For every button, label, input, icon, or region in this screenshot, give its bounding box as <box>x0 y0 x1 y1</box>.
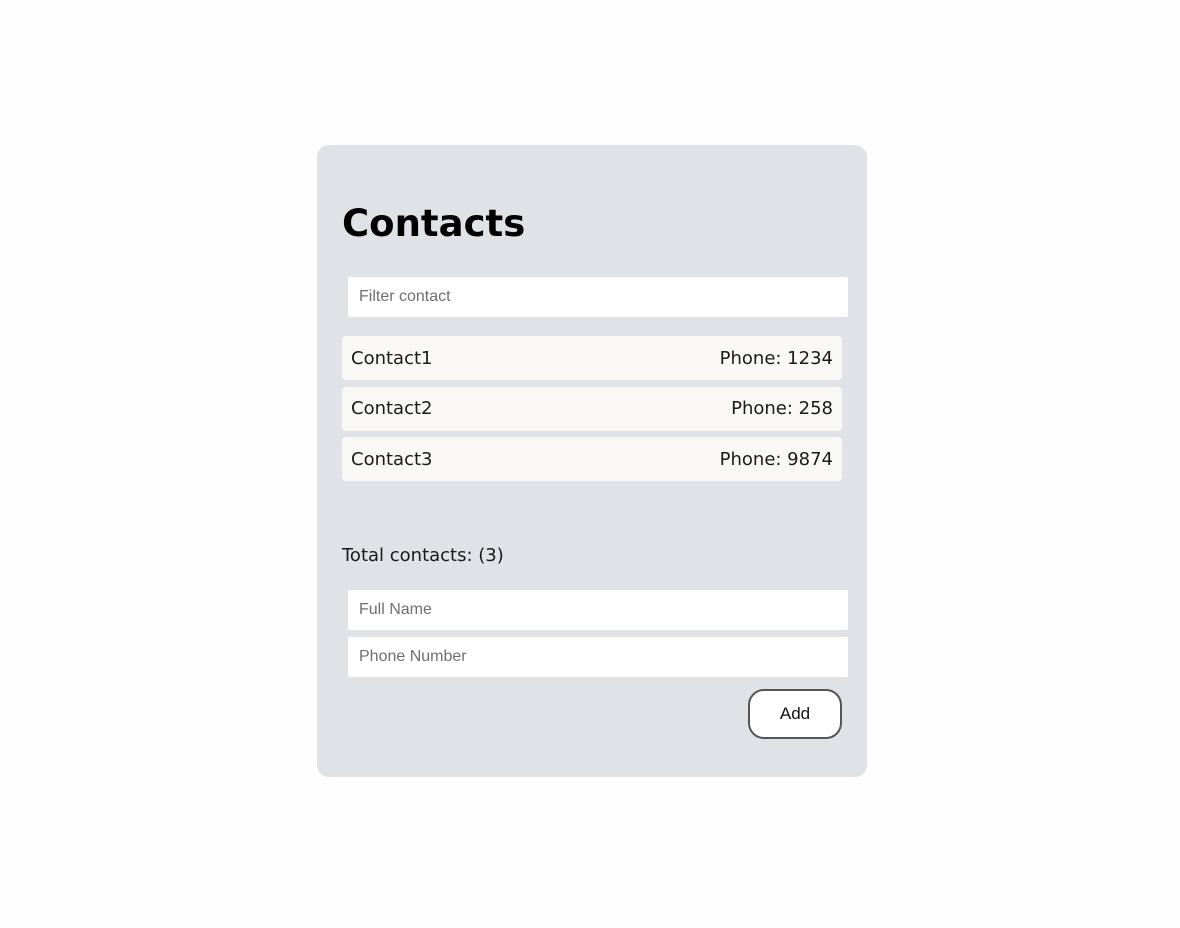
full-name-input[interactable] <box>348 590 848 630</box>
filter-contact-input[interactable] <box>348 277 848 317</box>
contacts-card: Contacts Contact1 Phone: 1234 Contact2 P… <box>317 145 867 777</box>
contact-phone: Phone: 1234 <box>719 347 833 369</box>
contact-name: Contact1 <box>351 347 433 369</box>
contact-list-item: Contact3 Phone: 9874 <box>342 437 842 481</box>
page-title: Contacts <box>342 202 526 245</box>
total-contacts-label: Total contacts: (3) <box>342 545 504 566</box>
contact-phone: Phone: 9874 <box>719 448 833 470</box>
contact-list-item: Contact1 Phone: 1234 <box>342 336 842 380</box>
contact-name: Contact2 <box>351 398 433 419</box>
contact-name: Contact3 <box>351 448 433 470</box>
add-contact-button[interactable]: Add <box>748 689 842 739</box>
contact-phone: Phone: 258 <box>731 398 833 419</box>
contact-list-item: Contact2 Phone: 258 <box>342 386 842 431</box>
contact-list: Contact1 Phone: 1234 Contact2 Phone: 258… <box>342 336 842 488</box>
phone-number-input[interactable] <box>348 637 848 677</box>
